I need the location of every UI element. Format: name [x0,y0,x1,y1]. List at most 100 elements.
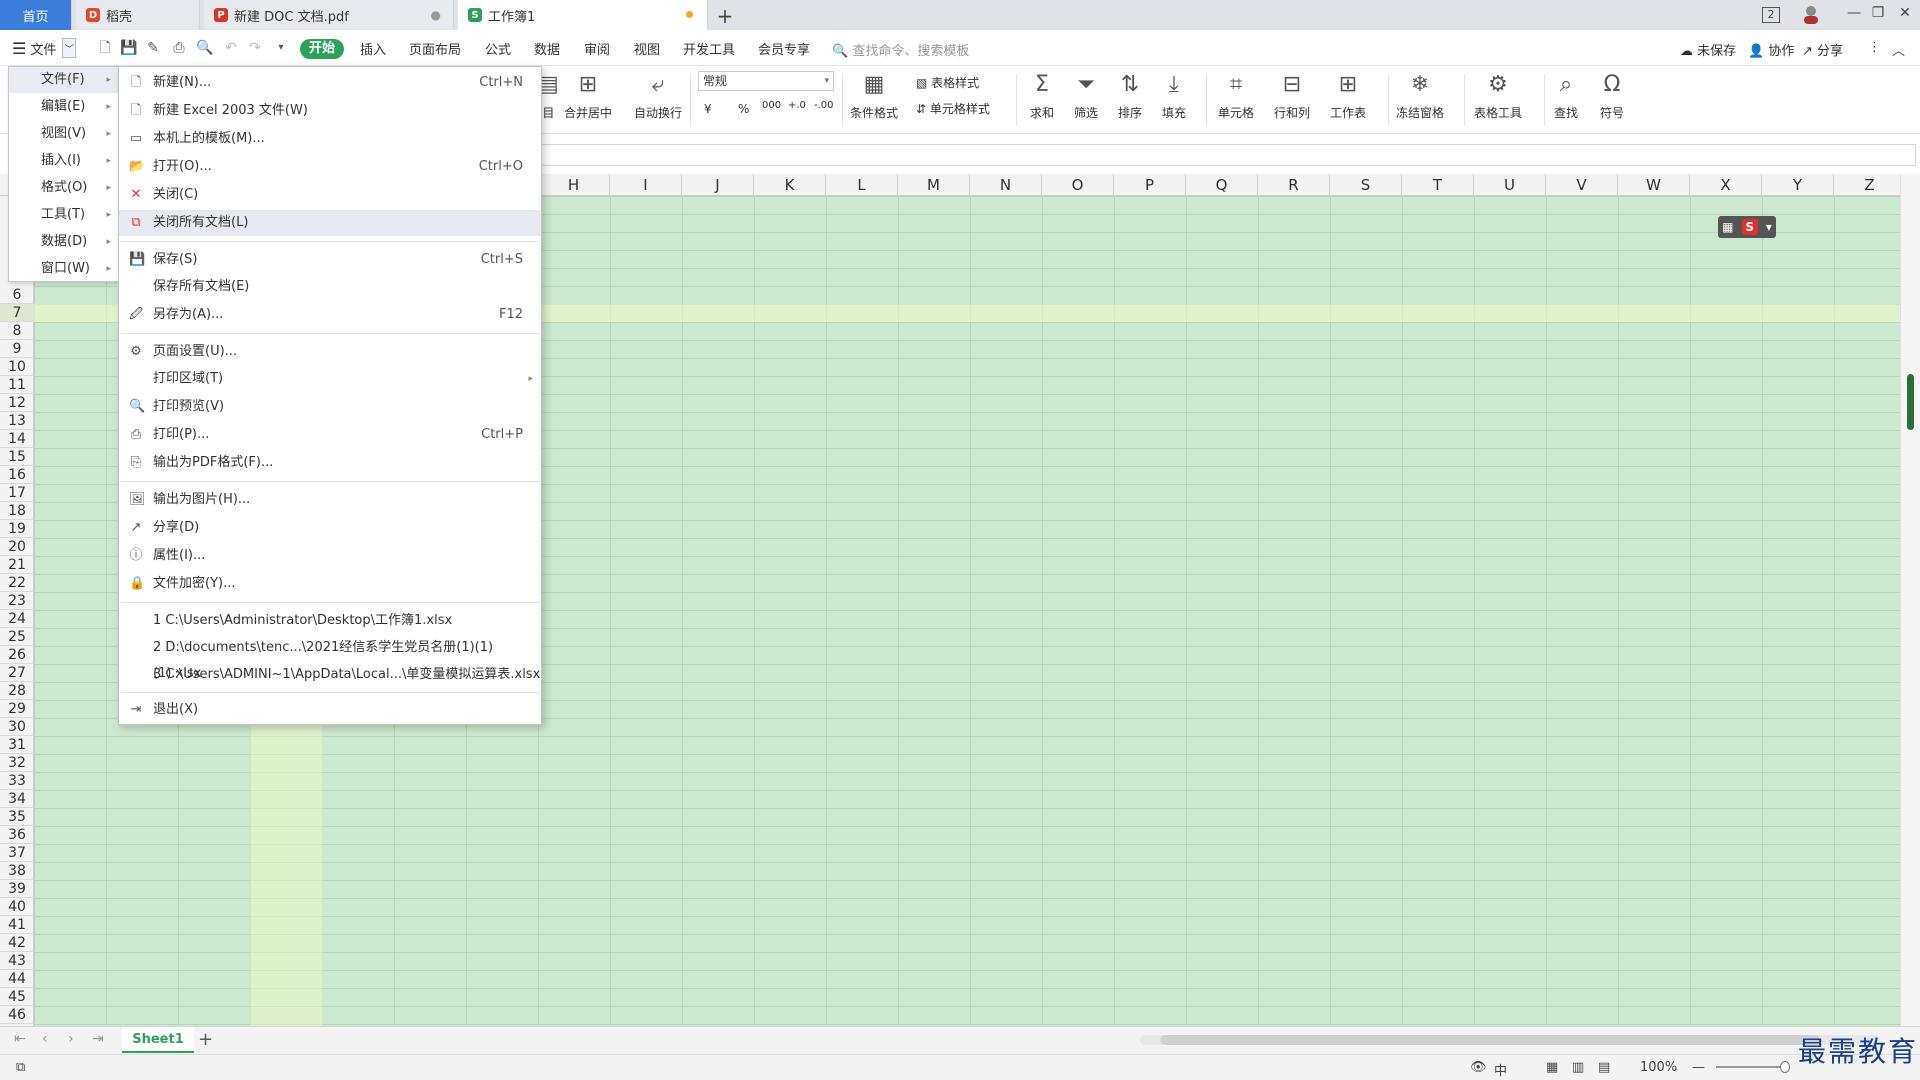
share-button[interactable]: ↗ 分享 [1802,40,1843,59]
vertical-scrollbar[interactable] [1900,174,1920,1026]
menu-view[interactable]: 视图(V) ▸ [9,121,119,147]
column-header[interactable]: T [1402,174,1474,196]
find-button[interactable]: ⌕ 查找 [1554,70,1578,121]
row-header[interactable]: 24 [0,610,34,628]
tab-workbook[interactable]: S 工作簿1 [458,0,708,30]
row-header[interactable]: 13 [0,412,34,430]
next-sheet-icon[interactable]: › [68,1031,74,1047]
zoom-slider-knob[interactable] [1780,1061,1790,1073]
row-header[interactable]: 17 [0,484,34,502]
column-header[interactable]: S [1330,174,1402,196]
menu-item-print-preview[interactable]: 🔍 打印预览(V) [119,394,541,420]
menu-item-encrypt[interactable]: 🔒 文件加密(Y)... [119,571,541,597]
conditional-format-button[interactable]: ▦ 条件格式 [850,70,898,121]
freeze-panes-button[interactable]: ❄ 冻结窗格 [1396,70,1444,121]
column-header[interactable]: U [1474,174,1546,196]
menu-format[interactable]: 格式(O) ▸ [9,175,119,201]
menu-item-recent-1[interactable]: 1 C:\Users\Administrator\Desktop\工作簿1.xl… [119,608,541,634]
vertical-scroll-thumb[interactable] [1907,374,1914,430]
row-header[interactable]: 36 [0,826,34,844]
new-doc-icon[interactable]: 🗋 [96,39,114,57]
collapse-ribbon-icon[interactable]: ︿ [1892,40,1905,59]
customize-quick-access-icon[interactable]: ▾ [272,39,290,57]
row-header[interactable]: 31 [0,736,34,754]
zoom-out-button[interactable]: — [1692,1060,1705,1075]
thousands-separator-button[interactable]: 000 [762,100,781,111]
column-header[interactable]: O [1042,174,1114,196]
menu-item-exit[interactable]: ⇥ 退出(X) [119,697,541,723]
table-tools-button[interactable]: ⚙ 表格工具 [1474,70,1522,121]
first-sheet-icon[interactable]: ⇤ [14,1031,26,1047]
chevron-down-icon[interactable]: ﹀ [62,38,77,58]
tab-review[interactable]: 审阅 [584,39,610,58]
command-search[interactable]: 🔍 查找命令、搜索模板 [832,40,969,59]
sort-button[interactable]: ⇅ 排序 [1118,70,1142,121]
row-header[interactable]: 25 [0,628,34,646]
row-header[interactable]: 27 [0,664,34,682]
row-header[interactable]: 35 [0,808,34,826]
tab-daoke[interactable]: D 稻壳 [76,0,200,30]
row-header[interactable]: 16 [0,466,34,484]
tab-view[interactable]: 视图 [634,39,660,58]
menu-item-open[interactable]: 📂 打开(O)... Ctrl+O [119,154,541,180]
last-sheet-icon[interactable]: ⇥ [92,1031,104,1047]
menu-item-properties[interactable]: ⓘ 属性(I)... [119,543,541,569]
column-header[interactable]: R [1258,174,1330,196]
row-col-button[interactable]: ⊟ 行和列 [1274,70,1310,121]
eye-protection-icon[interactable]: 👁 [1470,1060,1487,1075]
more-options-icon[interactable]: ⋮ [1868,40,1881,55]
menu-data[interactable]: 数据(D) ▸ [9,229,119,255]
menu-item-save[interactable]: 💾 保存(S) Ctrl+S [119,247,541,273]
row-header[interactable]: 12 [0,394,34,412]
row-header[interactable]: 42 [0,934,34,952]
row-header[interactable]: 10 [0,358,34,376]
row-header[interactable]: 15 [0,448,34,466]
row-header[interactable]: 38 [0,862,34,880]
menu-item-print[interactable]: ⎙ 打印(P)... Ctrl+P [119,422,541,448]
column-header[interactable]: P [1114,174,1186,196]
close-window-button[interactable]: ✕ [1895,5,1915,21]
row-header[interactable]: 41 [0,916,34,934]
user-avatar[interactable] [1801,4,1821,28]
symbol-button[interactable]: Ω 符号 [1600,70,1624,121]
close-tab-icon[interactable]: ● [431,8,441,22]
menu-item-templates[interactable]: ▭ 本机上的模板(M)... [119,126,541,152]
window-count-badge[interactable]: 2 [1762,7,1780,23]
tab-data[interactable]: 数据 [534,39,560,58]
minimize-button[interactable]: — [1844,5,1864,21]
cell-button[interactable]: ⌗ 单元格 [1218,70,1254,121]
macro-record-icon[interactable]: ⧉ [16,1060,25,1075]
tab-start[interactable]: 开始 [300,39,344,59]
column-header[interactable]: L [826,174,898,196]
row-header[interactable]: 46 [0,1006,34,1024]
menu-file[interactable]: 文件(F) ▸ [9,67,119,93]
formula-input[interactable] [540,144,1916,166]
column-header[interactable]: W [1618,174,1690,196]
percent-button[interactable]: % [738,102,749,116]
row-header[interactable]: 33 [0,772,34,790]
normal-view-icon[interactable]: ▦ [1546,1060,1558,1075]
row-header[interactable]: 32 [0,754,34,772]
row-header[interactable]: 45 [0,988,34,1006]
worksheet-button[interactable]: ⊞ 工作表 [1330,70,1366,121]
ime-status-icon[interactable]: 中 [1494,1060,1507,1079]
menu-item-new-excel2003[interactable]: 🗋 新建 Excel 2003 文件(W) [119,98,541,124]
column-header[interactable]: Q [1186,174,1258,196]
sheet-tab-sheet1[interactable]: Sheet1 [122,1027,194,1053]
row-header[interactable]: 43 [0,952,34,970]
column-header[interactable]: V [1546,174,1618,196]
menu-item-recent-2[interactable]: 2 D:\documents\tenc...\2021经信系学生党员名册(1)(… [119,635,541,681]
menu-item-page-setup[interactable]: ⚙ 页面设置(U)... [119,339,541,365]
menu-item-new[interactable]: 🗋 新建(N)... Ctrl+N [119,70,541,96]
decrease-decimal-button[interactable]: -.00 [814,100,834,111]
filter-button[interactable]: ⏷ 筛选 [1074,70,1098,121]
collaborate-button[interactable]: 👤 协作 [1748,40,1794,59]
menu-item-save-all[interactable]: 保存所有文档(E) [119,274,541,300]
new-tab-button[interactable]: + [714,4,736,28]
tab-developer[interactable]: 开发工具 [683,39,735,58]
horizontal-scroll-thumb[interactable] [1160,1035,1820,1045]
row-header[interactable]: 34 [0,790,34,808]
menu-tools[interactable]: 工具(T) ▸ [9,202,119,228]
column-header[interactable]: I [610,174,682,196]
format-painter-icon[interactable]: ✎ [144,39,162,57]
